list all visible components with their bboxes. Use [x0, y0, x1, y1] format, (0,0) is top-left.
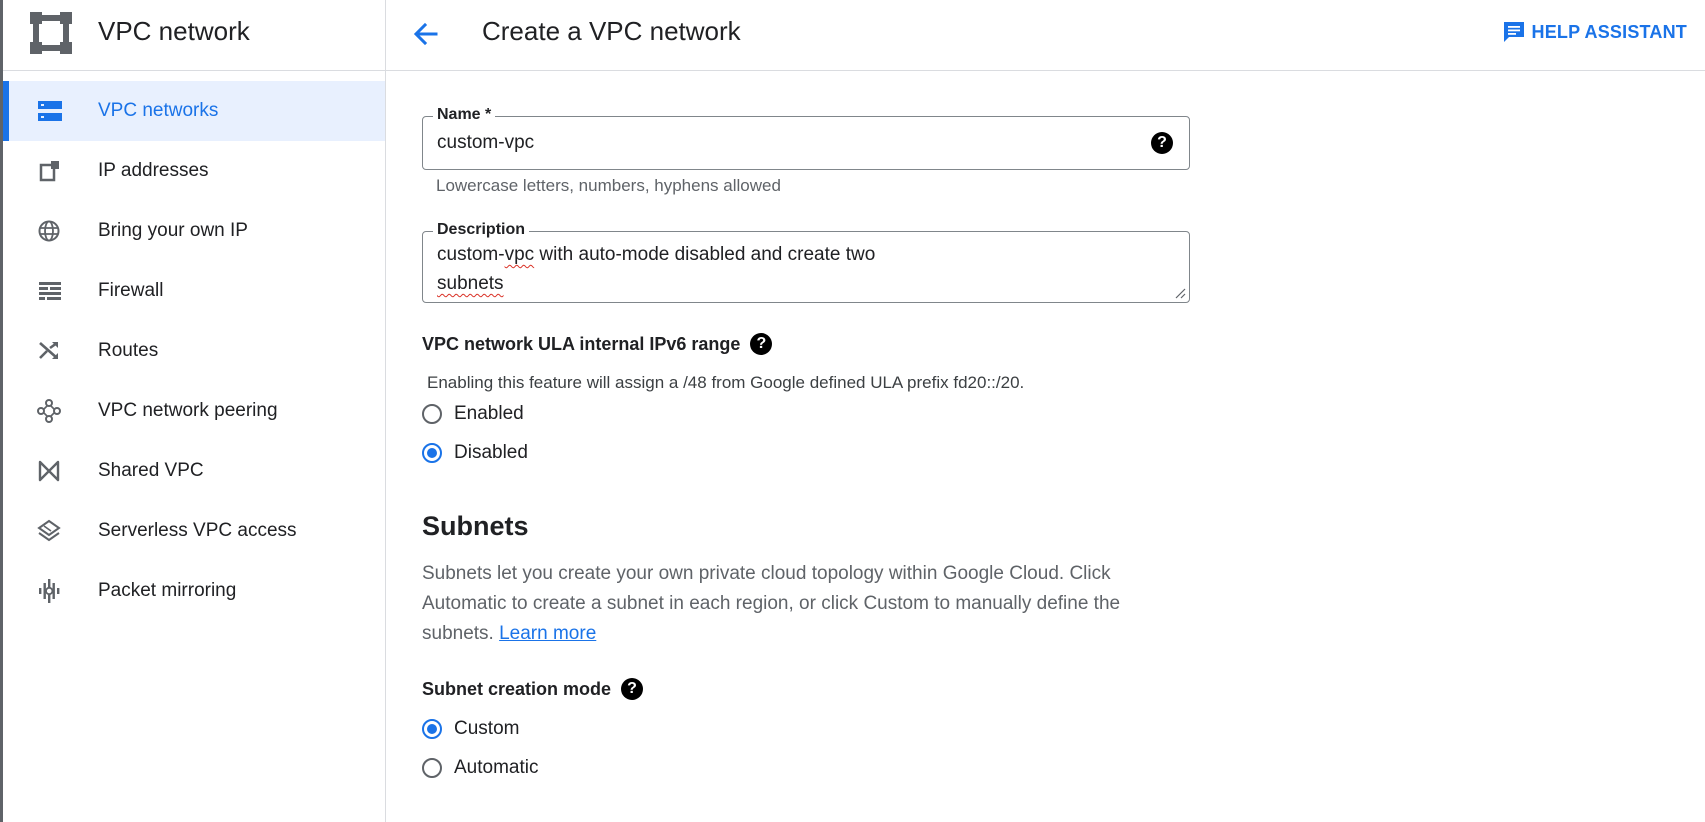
sidebar-nav: VPC networks IP addresses Bring your own… [3, 81, 385, 621]
sidebar-item-label: Routes [98, 340, 159, 361]
product-title: VPC network [98, 16, 250, 46]
radio-checked [422, 443, 442, 463]
page-title: Create a VPC network [482, 16, 741, 46]
sidebar-item-firewall[interactable]: Firewall [3, 261, 385, 321]
description-line-1: custom-vpc with auto-mode disabled and c… [437, 244, 876, 265]
ip-addresses-icon [39, 161, 59, 182]
sidebar-item-label: IP addresses [98, 160, 209, 181]
routes-icon [39, 341, 58, 359]
name-help-icon[interactable]: ? [1151, 132, 1173, 154]
description-field-label: Description [433, 221, 530, 239]
ula-ipv6-label: VPC network ULA internal IPv6 range ? [422, 333, 773, 355]
sidebar-header: VPC network [3, 0, 385, 71]
globe-icon [38, 220, 60, 242]
vpc-networks-icon [38, 101, 62, 121]
name-field-label: Name * [433, 106, 496, 124]
learn-more-link[interactable]: Learn more [499, 623, 596, 644]
firewall-icon [39, 282, 61, 300]
radio-label: Custom [454, 718, 520, 739]
sidebar-item-label: VPC network peering [98, 400, 278, 421]
help-assistant-icon [1503, 22, 1524, 42]
subnet-creation-mode-label: Subnet creation mode ? [422, 678, 644, 700]
sidebar-item-vpc-network-peering[interactable]: VPC network peering [3, 381, 385, 441]
sidebar-item-routes[interactable]: Routes [3, 321, 385, 381]
vpc-network-product-icon [30, 12, 72, 54]
sidebar-item-label: VPC networks [98, 100, 219, 121]
radio-label: Disabled [454, 442, 528, 463]
subnet-mode-help-icon[interactable]: ? [621, 678, 644, 700]
sidebar-item-label: Packet mirroring [98, 580, 237, 601]
name-field[interactable]: Name * custom-vpc ? [422, 106, 1190, 170]
radio-unchecked [422, 758, 442, 778]
sidebar: VPC network VPC networks IP addresses Br… [3, 0, 386, 822]
name-field-value: custom-vpc [437, 132, 535, 153]
radio-label: Enabled [454, 403, 524, 424]
ula-help-icon[interactable]: ? [750, 333, 773, 355]
description-line-2: subnets [437, 273, 504, 295]
sidebar-item-label: Shared VPC [98, 460, 204, 481]
ula-enabled-radio[interactable]: Enabled [422, 403, 524, 425]
sidebar-item-label: Bring your own IP [98, 220, 248, 241]
shared-vpc-icon [38, 460, 60, 482]
sidebar-item-ip-addresses[interactable]: IP addresses [3, 141, 385, 201]
spellcheck-underline: vpc [504, 244, 535, 265]
sidebar-item-label: Serverless VPC access [98, 520, 297, 541]
sidebar-item-bring-your-own-ip[interactable]: Bring your own IP [3, 201, 385, 261]
subnet-mode-automatic-radio[interactable]: Automatic [422, 757, 538, 779]
sidebar-item-serverless-vpc-access[interactable]: Serverless VPC access [3, 501, 385, 561]
ula-description: Enabling this feature will assign a /48 … [427, 373, 1025, 392]
help-assistant-button[interactable]: HELP ASSISTANT [1502, 20, 1687, 44]
ula-disabled-radio[interactable]: Disabled [422, 442, 528, 464]
back-arrow-icon[interactable] [408, 16, 444, 52]
spellcheck-underline: subnets [437, 273, 504, 294]
name-field-hint: Lowercase letters, numbers, hyphens allo… [436, 176, 781, 195]
description-field[interactable]: Description custom-vpc with auto-mode di… [422, 221, 1190, 303]
sidebar-item-vpc-networks[interactable]: VPC networks [3, 81, 385, 141]
page-header: Create a VPC network HELP ASSISTANT [386, 0, 1705, 71]
resize-handle-icon[interactable] [1174, 287, 1186, 299]
packet-mirroring-icon [39, 579, 60, 603]
radio-unchecked [422, 404, 442, 424]
help-assistant-label: HELP ASSISTANT [1531, 21, 1687, 42]
create-vpc-form: Name * custom-vpc ? Lowercase letters, n… [386, 71, 1705, 822]
subnets-description: Subnets let you create your own private … [422, 563, 1121, 644]
sidebar-item-label: Firewall [98, 280, 164, 301]
subnets-heading: Subnets [422, 511, 529, 541]
sidebar-item-packet-mirroring[interactable]: Packet mirroring [3, 561, 385, 621]
radio-label: Automatic [454, 757, 539, 778]
sidebar-item-shared-vpc[interactable]: Shared VPC [3, 441, 385, 501]
peering-icon [37, 399, 61, 423]
radio-checked [422, 719, 442, 739]
subnet-mode-custom-radio[interactable]: Custom [422, 718, 519, 740]
serverless-icon [37, 519, 61, 542]
